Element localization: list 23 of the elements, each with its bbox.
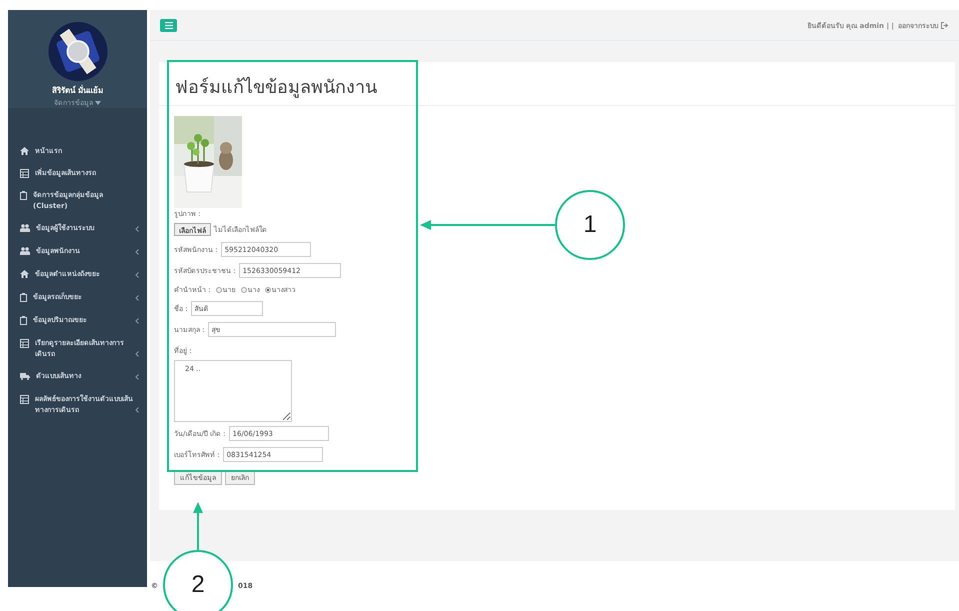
home-icon [20, 270, 29, 278]
menu-icon [164, 22, 172, 28]
profile-name: สิริรัตน์ มั่นแย้ม [52, 84, 103, 97]
caret-icon [95, 100, 101, 104]
menu-button[interactable] [160, 18, 177, 32]
clipboard-icon [20, 293, 27, 302]
avatar [46, 22, 108, 81]
table-icon [20, 395, 29, 404]
home-icon [20, 147, 29, 155]
callout-number: 2 [163, 550, 233, 611]
logout-icon [941, 22, 949, 28]
arrow [192, 502, 204, 550]
radio-button[interactable] [240, 286, 247, 292]
clipboard-icon [20, 316, 27, 325]
radio-button[interactable] [264, 286, 271, 292]
form-title: ฟอร์มแก้ไขข้อมูลพนักงาน [159, 62, 955, 106]
truck-icon [20, 372, 30, 380]
users-icon [20, 224, 30, 232]
table-icon [20, 339, 29, 348]
radio-button[interactable] [216, 286, 222, 292]
table-icon [20, 169, 29, 178]
users-icon [20, 247, 30, 255]
clipboard-icon [20, 191, 27, 200]
